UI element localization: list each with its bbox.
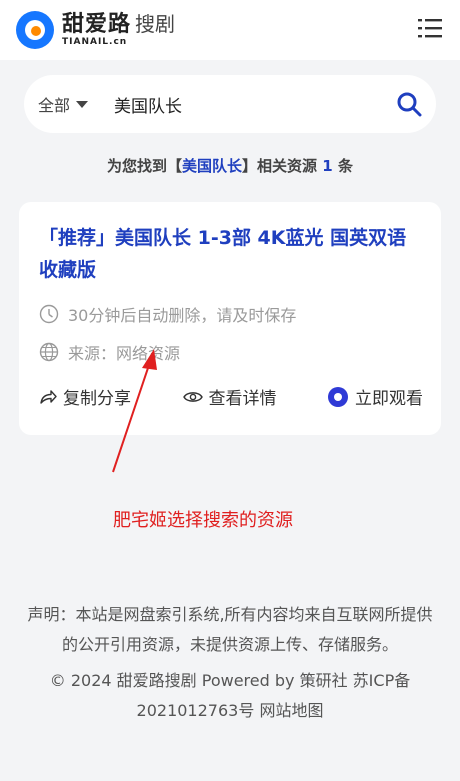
share-button[interactable]: 复制分享 (39, 384, 131, 409)
source-info: 来源：网络资源 (39, 340, 180, 364)
search-scope-label: 全部 (38, 96, 71, 115)
globe-icon (39, 342, 59, 362)
caret-down-icon (76, 100, 89, 108)
details-button[interactable]: 查看详情 (182, 384, 277, 409)
site-header: 甜爱路 搜剧 TIANAIL.cn (0, 0, 460, 60)
site-footer: 声明：本站是网盘索引系统,所有内容均来自互联网所提供的公开引用资源，未提供资源上… (22, 600, 438, 726)
details-label: 查看详情 (208, 389, 277, 409)
source-text: 来源：网络资源 (68, 344, 181, 363)
watch-button[interactable]: 立即观看 (328, 384, 423, 409)
summary-keyword: 美国队长 (182, 157, 243, 175)
sitemap-link[interactable]: 网站地图 (259, 701, 323, 720)
search-scope-dropdown[interactable]: 全部 (38, 92, 89, 116)
auto-delete-notice: 30分钟后自动删除，请及时保存 (39, 302, 296, 326)
disclaimer: 声明：本站是网盘索引系统,所有内容均来自互联网所提供的公开引用资源，未提供资源上… (27, 605, 433, 654)
share-icon (40, 389, 57, 404)
brand-domain: TIANAIL.cn (62, 36, 128, 47)
play-icon (328, 386, 348, 407)
result-actions: 复制分享 查看详情 立即观看 (39, 384, 423, 409)
summary-suffix: 条 (337, 157, 353, 175)
search-input[interactable] (112, 93, 373, 115)
summary-prefix: 为您找到【 (107, 157, 183, 175)
copyright-line: © 2024 甜爱路搜剧 Powered by 策研社 苏ICP备2021012… (22, 666, 438, 726)
watch-label: 立即观看 (355, 389, 423, 409)
annotation-text: 肥宅姬选择搜索的资源 (113, 510, 293, 531)
summary-middle: 】相关资源 (242, 157, 318, 175)
eye-icon (182, 391, 203, 402)
search-icon[interactable] (396, 91, 422, 117)
result-card: 「推荐」美国队长 1-3部 4K蓝光 国英双语收藏版 30分钟后自动删除，请及时… (19, 202, 441, 435)
result-summary: 为您找到【美国队长】相关资源 1 条 (0, 155, 460, 176)
notice-text: 30分钟后自动删除，请及时保存 (68, 306, 297, 325)
copyright-text: © 2024 甜爱路搜剧 Powered by 策研社 (49, 671, 348, 690)
brand-name: 甜爱路 (62, 11, 132, 37)
search-bar: 全部 (24, 75, 436, 133)
result-count: 1 (322, 157, 333, 175)
menu-icon[interactable] (418, 16, 442, 40)
share-label: 复制分享 (63, 389, 131, 409)
clock-icon (39, 304, 59, 324)
logo-icon[interactable] (16, 11, 54, 49)
brand[interactable]: 甜爱路 搜剧 TIANAIL.cn (62, 11, 176, 47)
result-title-link[interactable]: 「推荐」美国队长 1-3部 4K蓝光 国英双语收藏版 (39, 222, 421, 286)
brand-suffix: 搜剧 (135, 11, 176, 36)
